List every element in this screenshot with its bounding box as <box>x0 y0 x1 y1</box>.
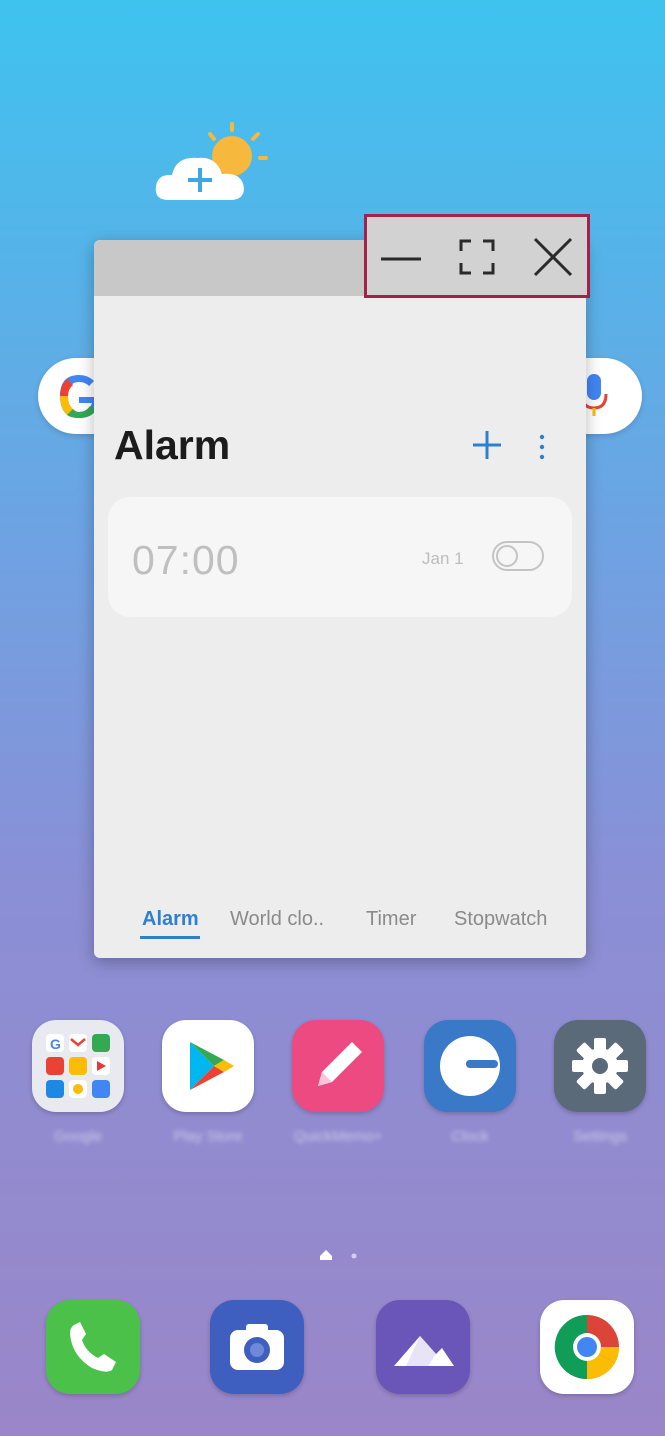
page-indicator <box>320 1250 357 1260</box>
play-triangle-icon <box>190 1042 234 1090</box>
chrome-icon[interactable] <box>540 1300 634 1394</box>
google-folder-icon[interactable]: G <box>32 1020 124 1112</box>
phone-icon[interactable] <box>46 1300 140 1394</box>
app-label-clock: Clock <box>451 1128 489 1145</box>
pencil-icon <box>318 1042 362 1086</box>
google-apps-grid-icon: G <box>46 1034 110 1098</box>
page-dot <box>351 1253 357 1259</box>
more-options-icon[interactable] <box>534 432 550 462</box>
app-label-quickmemo: QuickMemo+ <box>293 1128 383 1145</box>
quickmemo-icon[interactable] <box>292 1020 384 1112</box>
camera-icon[interactable] <box>210 1300 304 1394</box>
play-store-icon[interactable] <box>162 1020 254 1112</box>
alarm-time: 07:00 <box>132 537 240 583</box>
minimize-icon[interactable] <box>379 235 423 279</box>
alarm-toggle[interactable] <box>492 541 544 571</box>
camera-lens-icon <box>230 1324 284 1370</box>
gallery-icon[interactable] <box>376 1300 470 1394</box>
tab-stopwatch[interactable]: Stopwatch <box>454 908 547 931</box>
chrome-logo-icon <box>554 1314 620 1380</box>
tab-timer[interactable]: Timer <box>366 908 416 931</box>
app-label-play-store: Play Store <box>173 1128 243 1145</box>
weather-widget-icon[interactable] <box>150 120 270 210</box>
app-label-google: Google <box>53 1128 103 1145</box>
active-tab-indicator <box>140 936 200 939</box>
svg-text:G: G <box>50 1036 61 1052</box>
clock-icon[interactable] <box>424 1020 516 1112</box>
window-controls <box>364 214 590 298</box>
alarm-list-item[interactable]: 07:00 Jan 1 <box>108 497 572 617</box>
settings-icon[interactable] <box>554 1020 646 1112</box>
add-alarm-button[interactable] <box>470 428 504 462</box>
tab-bar: Alarm World clo.. Timer Stopwatch <box>94 904 586 944</box>
clock-popup-window[interactable]: Alarm 07:00 Jan 1 Alarm World clo.. Time… <box>94 240 586 958</box>
maximize-icon[interactable] <box>455 235 499 279</box>
phone-handset-icon <box>70 1322 116 1372</box>
toggle-knob <box>496 545 518 567</box>
mountain-icon <box>394 1336 454 1366</box>
tab-alarm[interactable]: Alarm <box>142 908 199 931</box>
app-label-settings: Settings <box>572 1128 628 1145</box>
home-page-icon <box>320 1250 332 1260</box>
page-title: Alarm <box>114 422 231 468</box>
alarm-date: Jan 1 <box>422 549 464 568</box>
close-icon[interactable] <box>531 235 575 279</box>
clock-face-icon <box>440 1036 500 1096</box>
gear-icon <box>572 1038 628 1094</box>
tab-world-clock[interactable]: World clo.. <box>230 908 324 931</box>
